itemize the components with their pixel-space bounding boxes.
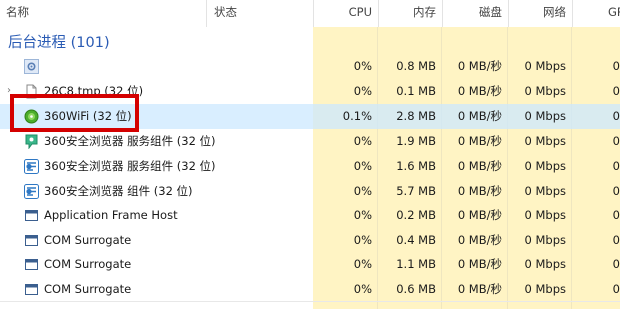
table-row[interactable]: Application Frame Host 0% 0.2 MB 0 MB/秒 … [0,203,620,228]
network-value: 0 Mbps [524,84,567,98]
column-header-status[interactable]: 状态 [214,0,237,27]
disk-value: 0 MB/秒 [457,109,502,123]
browser-icon [24,184,39,199]
gpu-value: 0 [612,109,620,123]
column-header-gpu[interactable]: GP [608,0,620,27]
memory-value: 1.6 MB [396,159,436,173]
cpu-value: 0% [353,184,372,198]
memory-value: 0.1 MB [396,84,436,98]
cpu-value: 0% [353,257,372,271]
cpu-value: 0% [353,233,372,247]
disk-value: 0 MB/秒 [457,282,502,296]
network-value: 0 Mbps [524,184,567,198]
memory-value: 1.1 MB [396,257,436,271]
memory-value: 1.9 MB [396,134,436,148]
annotation-highlight-box [10,94,139,132]
network-value: 0 Mbps [524,109,567,123]
gpu-value: 0 [612,159,620,173]
column-header-bar: 名称 状态 CPU 内存 磁盘 网络 GP [0,0,620,27]
disk-value: 0 MB/秒 [457,84,502,98]
section-title-background-processes: 后台进程 (101) [8,35,110,51]
process-name: COM Surrogate [44,233,132,247]
column-header-cpu[interactable]: CPU [313,0,372,27]
cpu-value: 0% [353,59,372,73]
process-name: COM Surrogate [44,257,132,271]
column-header-network[interactable]: 网络 [508,0,566,27]
disk-value: 0 MB/秒 [457,59,502,73]
gpu-value: 0 [612,59,620,73]
cpu-value: 0.1% [342,109,372,123]
table-row[interactable]: COM Surrogate 0% 1.1 MB 0 MB/秒 0 Mbps 0 [0,252,620,277]
browser-icon [24,159,39,174]
process-name: 360安全浏览器 服务组件 (32 位) [44,159,216,173]
memory-value: 0.4 MB [396,233,436,247]
gpu-value: 0 [612,134,620,148]
table-row[interactable]: 360安全浏览器 服务组件 (32 位) 0% 1.6 MB 0 MB/秒 0 … [0,154,620,179]
network-value: 0 Mbps [524,257,567,271]
gpu-value: 0 [612,208,620,222]
divider [0,301,620,302]
window-icon [24,257,39,272]
table-row[interactable]: 360安全浏览器 组件 (32 位) 0% 5.7 MB 0 MB/秒 0 Mb… [0,179,620,204]
column-header-disk[interactable]: 磁盘 [442,0,502,27]
window-icon [24,282,39,297]
table-row[interactable]: COM Surrogate 0% 0.6 MB 0 MB/秒 0 Mbps 0 [0,277,620,302]
table-row[interactable]: 360安全浏览器 服务组件 (32 位) 0% 1.9 MB 0 MB/秒 0 … [0,129,620,154]
gpu-value: 0 [612,282,620,296]
cpu-value: 0% [353,282,372,296]
column-header-name[interactable]: 名称 [6,0,29,27]
memory-value: 0.8 MB [396,59,436,73]
disk-value: 0 MB/秒 [457,159,502,173]
disk-value: 0 MB/秒 [457,134,502,148]
table-row[interactable]: 0% 0.8 MB 0 MB/秒 0 Mbps 0 [0,54,620,79]
disk-value: 0 MB/秒 [457,208,502,222]
table-row[interactable]: COM Surrogate 0% 0.4 MB 0 MB/秒 0 Mbps 0 [0,228,620,253]
disk-value: 0 MB/秒 [457,257,502,271]
column-divider[interactable] [206,0,207,27]
window-icon [24,208,39,223]
cpu-value: 0% [353,208,372,222]
network-value: 0 Mbps [524,59,567,73]
memory-value: 5.7 MB [396,184,436,198]
network-value: 0 Mbps [524,134,567,148]
network-value: 0 Mbps [524,233,567,247]
gear-icon [24,59,39,74]
process-name: 360安全浏览器 服务组件 (32 位) [44,134,216,148]
disk-value: 0 MB/秒 [457,184,502,198]
cpu-value: 0% [353,134,372,148]
browser-service-icon [24,134,39,150]
memory-value: 0.2 MB [396,208,436,222]
gpu-value: 0 [612,184,620,198]
gpu-value: 0 [612,233,620,247]
memory-value: 2.8 MB [396,109,436,123]
window-icon [24,233,39,248]
network-value: 0 Mbps [524,159,567,173]
gpu-value: 0 [612,257,620,271]
process-name: Application Frame Host [44,208,178,222]
network-value: 0 Mbps [524,282,567,296]
process-name: COM Surrogate [44,282,132,296]
column-divider[interactable] [572,0,573,27]
process-name: 360安全浏览器 组件 (32 位) [44,184,193,198]
network-value: 0 Mbps [524,208,567,222]
memory-value: 0.6 MB [396,282,436,296]
cpu-value: 0% [353,84,372,98]
cpu-value: 0% [353,159,372,173]
disk-value: 0 MB/秒 [457,233,502,247]
gpu-value: 0 [612,84,620,98]
column-header-memory[interactable]: 内存 [378,0,436,27]
